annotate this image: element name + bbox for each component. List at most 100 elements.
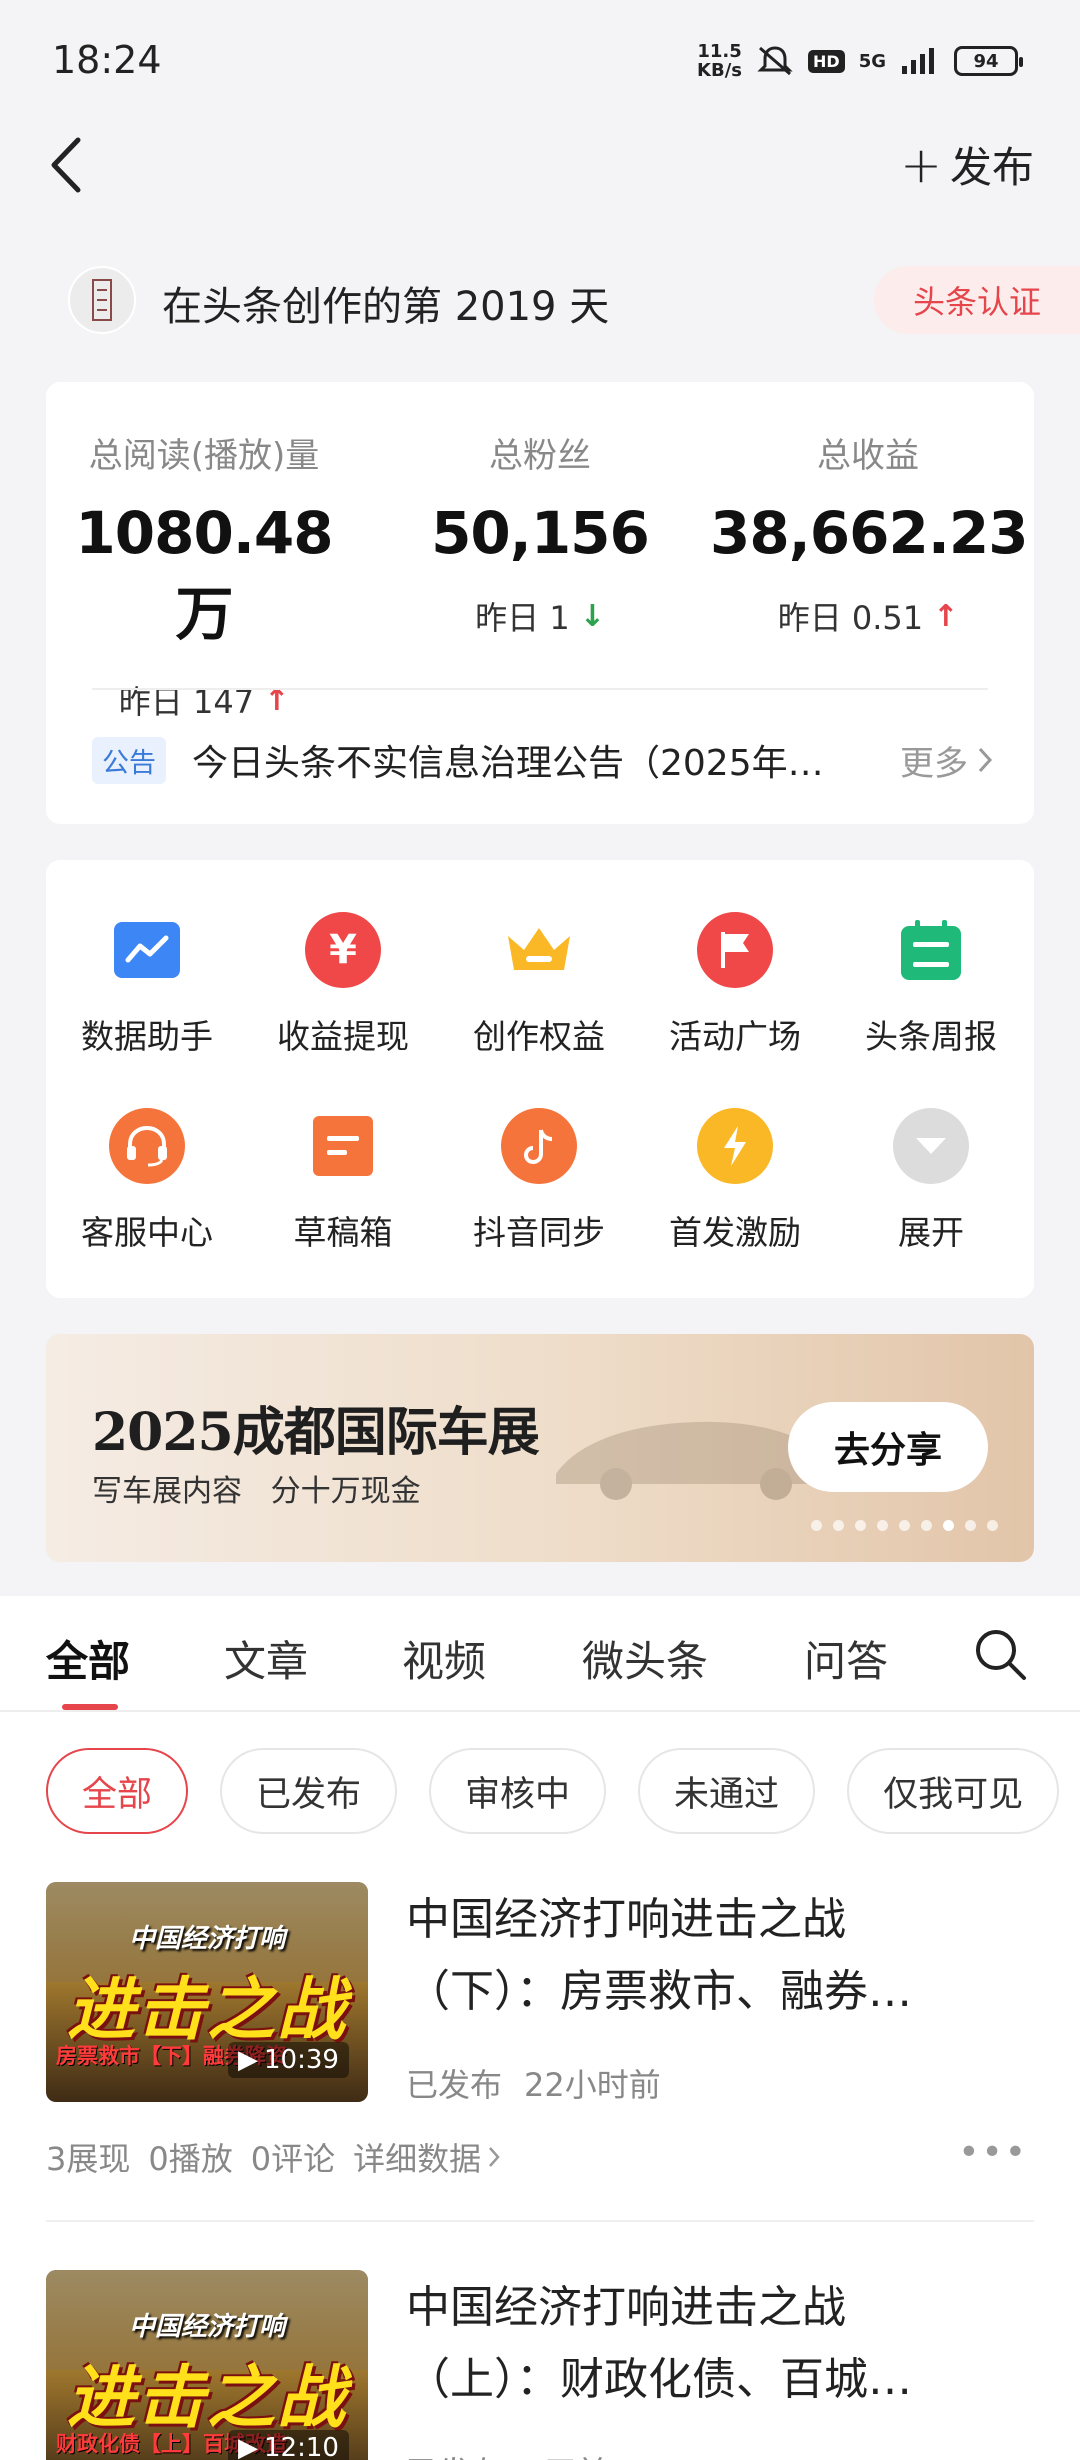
tab-all[interactable]: 全部 xyxy=(46,1628,130,1689)
publish-button[interactable]: + 发布 xyxy=(900,134,1034,195)
video-duration: ▶ 12:10 xyxy=(228,2430,349,2460)
tool-income-withdraw[interactable]: ¥ 收益提现 xyxy=(248,912,438,1058)
crown-icon xyxy=(501,912,577,988)
arrow-up-icon: ↑ xyxy=(933,598,959,634)
tab-qa[interactable]: 问答 xyxy=(804,1628,888,1689)
detail-data-link[interactable]: 详细数据 xyxy=(353,2134,501,2180)
yen-icon: ¥ xyxy=(305,912,381,988)
filter-private[interactable]: 仅我可见 xyxy=(847,1748,1060,1834)
stat-label: 总粉丝 xyxy=(489,436,591,476)
notice-text[interactable]: 今日头条不实信息治理公告（2025年… xyxy=(192,734,852,786)
stat-value: 1080.48万 xyxy=(75,499,333,648)
creator-header: 在头条创作的第 2019 天 头条认证 xyxy=(0,262,1080,338)
notice-tag: 公告 xyxy=(92,736,166,784)
calendar-icon xyxy=(893,912,969,988)
publish-label: 发布 xyxy=(949,143,1034,192)
status-filters: 全部 已发布 审核中 未通过 仅我可见 xyxy=(46,1748,1060,1834)
stat-label: 总阅读(播放)量 xyxy=(88,436,320,476)
stat-delta: 昨日 1 ↓ xyxy=(475,598,605,638)
filter-published[interactable]: 已发布 xyxy=(220,1748,398,1834)
item-title[interactable]: 中国经济打响进击之战 （下）：房票救市、融券… xyxy=(406,1884,1006,2028)
tiktok-icon xyxy=(501,1108,577,1184)
filter-reviewing[interactable]: 审核中 xyxy=(429,1748,607,1834)
list-item[interactable]: 中国经济打响 进击之战 房票救市【下】融券降资 ▶ 10:39 中国经济打响进击… xyxy=(46,1882,1034,2212)
plus-icon: + xyxy=(900,135,942,194)
tool-data-assistant[interactable]: 数据助手 xyxy=(52,912,242,1058)
status-time: 18:24 xyxy=(52,38,162,82)
creation-days: 在头条创作的第 2019 天 xyxy=(162,284,610,330)
back-arrow-icon xyxy=(51,137,81,193)
share-button[interactable]: 去分享 xyxy=(788,1402,988,1492)
banner-subtitle: 写车展内容 分十万现金 xyxy=(92,1474,421,1509)
content-tabs: 全部 文章 视频 微头条 问答 xyxy=(0,1596,1080,1712)
video-thumbnail[interactable]: 中国经济打响 进击之战 房票救市【下】融券降资 ▶ 10:39 xyxy=(46,1882,368,2102)
draft-icon xyxy=(305,1108,381,1184)
more-options-icon[interactable]: ••• xyxy=(958,2132,1028,2173)
tab-indicator xyxy=(62,1704,118,1710)
stat-total-reads[interactable]: 总阅读(播放)量 1080.48万 昨日 147 ↑ xyxy=(54,428,354,723)
stat-total-income[interactable]: 总收益 38,662.23 昨日 0.51 ↑ xyxy=(710,428,1029,639)
tool-expand[interactable]: 展开 xyxy=(836,1108,1026,1254)
content-section: 全部 文章 视频 微头条 问答 全部 已发布 审核中 未通过 仅我可见 中国经济… xyxy=(0,1596,1080,2460)
expand-icon xyxy=(893,1108,969,1184)
item-stats: 3展现 0播放 0评论 详细数据 xyxy=(46,2134,501,2180)
search-icon[interactable] xyxy=(972,1626,1028,1682)
avatar-seal-icon xyxy=(92,279,112,321)
banner-title: 2025成都国际车展 xyxy=(92,1402,540,1463)
tool-creator-rights[interactable]: 创作权益 xyxy=(444,912,634,1058)
signal-icon xyxy=(902,48,934,74)
avatar[interactable] xyxy=(68,266,136,334)
stat-label: 总收益 xyxy=(817,436,919,476)
tab-videos[interactable]: 视频 xyxy=(402,1628,486,1689)
chart-icon xyxy=(109,912,185,988)
tab-articles[interactable]: 文章 xyxy=(224,1628,308,1689)
play-icon: ▶ xyxy=(238,2045,258,2075)
pagination-dot xyxy=(899,1520,910,1531)
tool-weekly-report[interactable]: 头条周报 xyxy=(836,912,1026,1058)
lightning-icon xyxy=(697,1108,773,1184)
filter-all[interactable]: 全部 xyxy=(46,1748,189,1834)
back-button[interactable] xyxy=(44,130,104,200)
item-title[interactable]: 中国经济打响进击之战 （上）：财政化债、百城… xyxy=(406,2272,1006,2416)
stat-total-fans[interactable]: 总粉丝 50,156 昨日 1 ↓ xyxy=(390,428,690,639)
top-nav: + 发布 xyxy=(0,120,1080,210)
chevron-right-icon xyxy=(978,747,993,773)
mute-icon xyxy=(757,46,793,76)
stat-delta: 昨日 147 ↑ xyxy=(118,682,290,722)
tools-grid: 数据助手 ¥ 收益提现 创作权益 活动广场 头条周报 客服中心 草稿箱 抖音同步… xyxy=(46,860,1034,1298)
divider xyxy=(46,2220,1034,2222)
notice-bar[interactable]: 公告 今日头条不实信息治理公告（2025年… 更多 xyxy=(92,732,994,788)
tool-douyin-sync[interactable]: 抖音同步 xyxy=(444,1108,634,1254)
stat-delta: 昨日 0.51 ↑ xyxy=(777,598,959,638)
pagination-dot-active xyxy=(943,1520,954,1531)
item-status: 已发布 2天前 xyxy=(406,2448,608,2460)
tool-drafts[interactable]: 草稿箱 xyxy=(248,1108,438,1254)
certification-button[interactable]: 头条认证 xyxy=(874,266,1080,334)
network-type: 5G xyxy=(858,50,886,72)
video-duration: ▶ 10:39 xyxy=(228,2042,349,2078)
tool-customer-service[interactable]: 客服中心 xyxy=(52,1108,242,1254)
notice-more-link[interactable]: 更多 xyxy=(900,736,994,785)
status-icons: 11.5 KB/s HD 5G 94 xyxy=(697,41,1023,81)
tool-first-publish-incentive[interactable]: 首发激励 xyxy=(640,1108,830,1254)
pagination-dot xyxy=(811,1520,822,1531)
flag-icon xyxy=(697,912,773,988)
list-item[interactable]: 中国经济打响 进击之战 财政化债【上】百城改造 ▶ 12:10 中国经济打响进击… xyxy=(46,2270,1034,2460)
pagination-dot xyxy=(965,1520,976,1531)
divider xyxy=(92,688,988,690)
network-speed: 11.5 KB/s xyxy=(697,41,743,81)
status-bar: 18:24 11.5 KB/s HD 5G 94 xyxy=(0,0,1080,120)
promo-banner[interactable]: 2025成都国际车展 写车展内容 分十万现金 去分享 xyxy=(46,1334,1034,1562)
play-icon: ▶ xyxy=(238,2433,258,2460)
pagination-dot xyxy=(877,1520,888,1531)
tab-micro-posts[interactable]: 微头条 xyxy=(582,1628,708,1689)
chevron-right-icon xyxy=(489,2147,500,2167)
filter-rejected[interactable]: 未通过 xyxy=(638,1748,816,1834)
video-thumbnail[interactable]: 中国经济打响 进击之战 财政化债【上】百城改造 ▶ 12:10 xyxy=(46,2270,368,2460)
tool-activity-plaza[interactable]: 活动广场 xyxy=(640,912,830,1058)
battery-icon: 94 xyxy=(954,46,1023,76)
stats-card: 总阅读(播放)量 1080.48万 昨日 147 ↑ 总粉丝 50,156 昨日… xyxy=(46,382,1034,824)
hd-icon: HD xyxy=(808,49,845,73)
pagination-dot xyxy=(855,1520,866,1531)
item-status: 已发布 22小时前 xyxy=(406,2066,661,2104)
